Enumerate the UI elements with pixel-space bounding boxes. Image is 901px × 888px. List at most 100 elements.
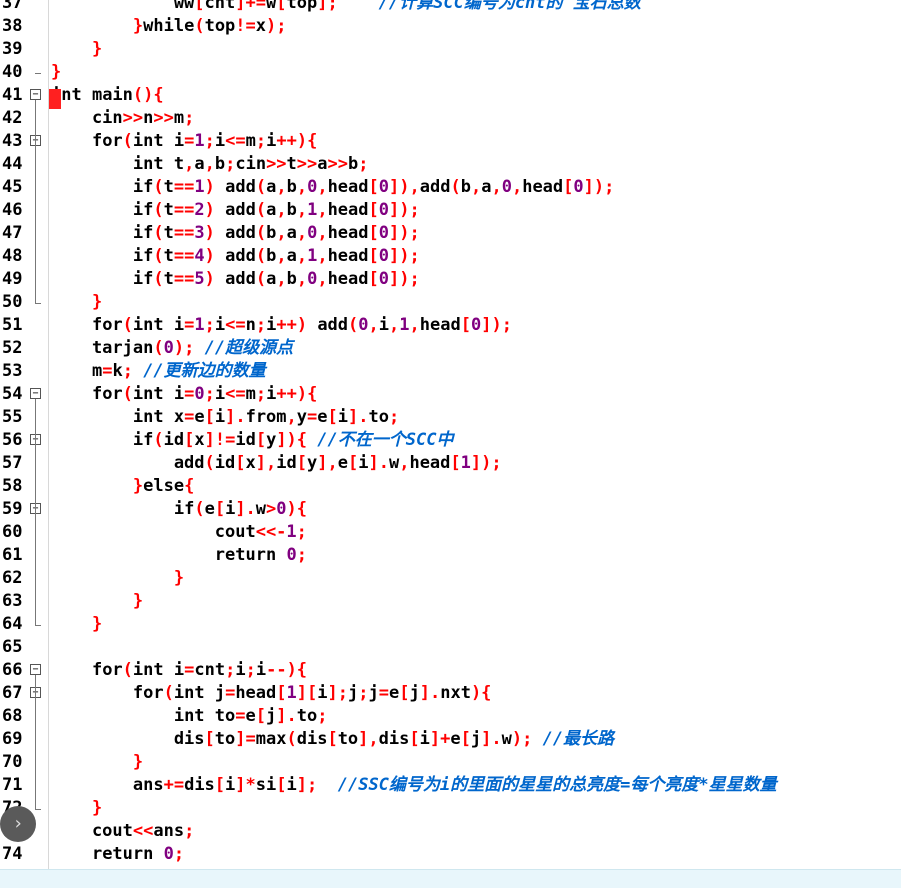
code-token: ; (122, 361, 133, 381)
code-token: cnt (194, 660, 226, 680)
code-token: e (194, 407, 205, 427)
line-number: 43 (2, 131, 23, 151)
code-line[interactable]: 44 int t,a,b;cin>>t>>a>>b; (0, 153, 901, 176)
code-token: 0 (358, 315, 369, 335)
code-line[interactable]: 67− for(int j=head[1][i];j;j=e[j].nxt){ (0, 682, 901, 705)
code-line[interactable]: 40} (0, 61, 901, 84)
code-line[interactable]: 45 if(t==1) add(a,b,0,head[0]),add(b,a,0… (0, 176, 901, 199)
code-token: ; (296, 522, 307, 542)
code-token: [ (204, 729, 215, 749)
code-line[interactable]: 46 if(t==2) add(a,b,1,head[0]); (0, 199, 901, 222)
code-token: if (132, 223, 154, 243)
code-token: ; (204, 315, 215, 335)
code-line[interactable]: 56− if(id[x]!=id[y]){ //不在一个SCC中 (0, 429, 901, 452)
code-line[interactable]: 47 if(t==3) add(b,a,0,head[0]); (0, 222, 901, 245)
code-line[interactable]: 70 } (0, 751, 901, 774)
code-token: head (327, 269, 369, 289)
line-number: 71 (2, 775, 23, 795)
code-line[interactable]: 37 ww[cnt]+=w[top]; //计算SCC编号为cnt的 宝石总数 (0, 0, 901, 15)
code-token: ], (255, 453, 277, 473)
code-text: }while(top!=x); (51, 15, 287, 38)
code-token: , (276, 269, 287, 289)
code-token: = (184, 131, 195, 151)
code-token: for (91, 131, 123, 151)
code-line[interactable]: 51 for(int i=1;i<=n;i++) add(0,i,1,head[… (0, 314, 901, 337)
code-line[interactable]: 54− for(int i=0;i<=m;i++){ (0, 383, 901, 406)
code-line[interactable]: 60 cout<<-1; (0, 521, 901, 544)
code-text: for(int i=1;i<=m;i++){ (51, 130, 317, 153)
code-line[interactable]: 63 } (0, 590, 901, 613)
code-token: { (153, 85, 164, 105)
code-token: [ (327, 729, 338, 749)
code-line[interactable]: 42 cin>>n>>m; (0, 107, 901, 130)
code-line[interactable]: 52 tarjan(0); //超级源点 (0, 337, 901, 360)
code-token: n (143, 108, 154, 128)
code-text: cout<<ans; (51, 820, 194, 843)
code-line[interactable]: 53 m=k; //更新边的数量 (0, 360, 901, 383)
code-token: i (266, 384, 277, 404)
line-number: 48 (2, 246, 23, 266)
code-token: t (163, 223, 174, 243)
code-token: i (163, 660, 185, 680)
code-token: ( (255, 223, 267, 243)
code-token: = (102, 361, 113, 381)
line-number: 58 (2, 476, 23, 496)
code-line[interactable]: 58 }else{ (0, 475, 901, 498)
code-token: [ (368, 246, 379, 266)
code-line[interactable]: 64 } (0, 613, 901, 636)
code-token: id (235, 430, 256, 450)
line-number: 39 (2, 39, 23, 59)
code-line[interactable]: 55 int x=e[i].from,y=e[i].to; (0, 406, 901, 429)
code-line[interactable]: 50 } (0, 291, 901, 314)
code-token: , (286, 407, 297, 427)
code-token: for (91, 660, 123, 680)
code-token: ; (173, 844, 185, 864)
code-text: if(e[i].w>0){ (51, 498, 307, 521)
code-line[interactable]: 61 return 0; (0, 544, 901, 567)
code-line[interactable]: 49 if(t==5) add(a,b,0,head[0]); (0, 268, 901, 291)
code-line[interactable]: 62 } (0, 567, 901, 590)
code-line[interactable]: 72 } (0, 797, 901, 820)
line-number: 45 (2, 177, 23, 197)
code-token: >> (266, 154, 287, 174)
code-token: ; (255, 384, 267, 404)
minus-box-icon[interactable]: − (30, 89, 41, 100)
code-token: 0 (307, 223, 318, 243)
code-token: == (173, 177, 195, 197)
code-token: 0 (470, 315, 482, 335)
code-line[interactable]: 73 cout<<ans; (0, 820, 901, 843)
code-line[interactable]: 71 ans+=dis[i]*si[i]; //SSC编号为i的里面的星星的总亮… (0, 774, 901, 797)
code-token: [ (276, 683, 287, 703)
code-token: nxt (440, 683, 471, 703)
code-token: [ (460, 729, 471, 749)
code-line[interactable]: 39 } (0, 38, 901, 61)
code-token: ; (358, 683, 369, 703)
code-line[interactable]: 38 }while(top!=x); (0, 15, 901, 38)
code-line[interactable]: 69 dis[to]=max(dis[to],dis[i]+e[j].w); /… (0, 728, 901, 751)
minus-box-icon[interactable]: − (30, 664, 41, 675)
code-line[interactable]: 41− int main(){ (0, 84, 901, 107)
code-token: id (276, 453, 297, 473)
code-line[interactable]: 57 add(id[x],id[y],e[i].w,head[1]); (0, 452, 901, 475)
minus-box-icon[interactable]: − (30, 388, 41, 399)
code-line[interactable]: 43− for(int i=1;i<=m;i++){ (0, 130, 901, 153)
code-line[interactable]: 48 if(t==4) add(b,a,1,head[0]); (0, 245, 901, 268)
code-line[interactable]: 74 return 0; (0, 843, 901, 866)
code-token: 0 (307, 177, 318, 197)
code-editor[interactable]: 37 ww[cnt]+=w[top]; //计算SCC编号为cnt的 宝石总数 3… (0, 0, 901, 888)
code-token: a (286, 223, 297, 243)
chevron-right-icon[interactable]: › (0, 806, 36, 842)
code-text: } (51, 567, 184, 590)
code-line[interactable]: 59− if(e[i].w>0){ (0, 498, 901, 521)
current-line-highlight (0, 869, 901, 888)
code-line[interactable]: 65 (0, 636, 901, 659)
code-line[interactable]: 68 int to=e[j].to; (0, 705, 901, 728)
code-token: cin (51, 108, 123, 128)
code-line[interactable]: 66− for(int i=cnt;i;i--){ (0, 659, 901, 682)
code-token: ) (204, 246, 215, 266)
